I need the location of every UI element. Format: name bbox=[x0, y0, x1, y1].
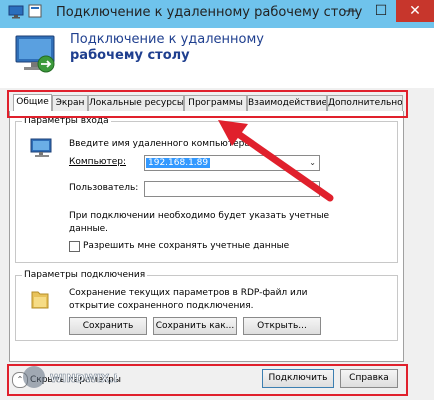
chevron-down-icon[interactable]: ⌄ bbox=[309, 156, 316, 170]
connection-desc-line1: Сохранение текущих параметров в RDP-файл… bbox=[69, 288, 308, 298]
computer-icon bbox=[30, 137, 54, 161]
header-title-line2: рабочему столу bbox=[70, 48, 190, 63]
save-button[interactable]: Сохранить bbox=[69, 317, 147, 335]
user-label: Пользователь: bbox=[69, 183, 139, 193]
folder-icon bbox=[30, 288, 50, 310]
window-title: Подключение к удаленному рабочему столу bbox=[56, 5, 363, 20]
user-input[interactable] bbox=[144, 181, 320, 197]
computer-prompt: Введите имя удаленного компьютера. bbox=[69, 139, 253, 149]
header-title-line1: Подключение к удаленному bbox=[70, 32, 264, 47]
credentials-note-line1: При подключении необходимо будет указать… bbox=[69, 211, 330, 221]
credentials-note-line2: данные. bbox=[69, 224, 109, 234]
minimize-button[interactable]: — bbox=[336, 0, 366, 22]
save-credentials-checkbox[interactable] bbox=[69, 241, 80, 252]
computer-value: 192.168.1.89 bbox=[146, 158, 211, 168]
close-button[interactable]: ✕ bbox=[396, 0, 434, 22]
computer-combobox[interactable]: 192.168.1.89 ⌄ bbox=[144, 155, 320, 171]
remote-desktop-icon bbox=[12, 33, 60, 77]
save-as-button[interactable]: Сохранить как... bbox=[153, 317, 237, 335]
computer-label: Компьютер: bbox=[69, 157, 126, 167]
maximize-button[interactable]: ☐ bbox=[366, 0, 396, 22]
save-credentials-label[interactable]: Разрешить мне сохранять учетные данные bbox=[83, 241, 289, 251]
highlight-footer-box bbox=[7, 364, 408, 396]
window-menu-icon[interactable] bbox=[28, 4, 42, 18]
open-button[interactable]: Открыть... bbox=[243, 317, 321, 335]
connection-settings-title: Параметры подключения bbox=[22, 270, 148, 280]
connection-desc-line2: открытие сохраненного подключения. bbox=[69, 301, 254, 311]
app-icon bbox=[8, 5, 24, 19]
highlight-tabs-box bbox=[7, 90, 408, 118]
